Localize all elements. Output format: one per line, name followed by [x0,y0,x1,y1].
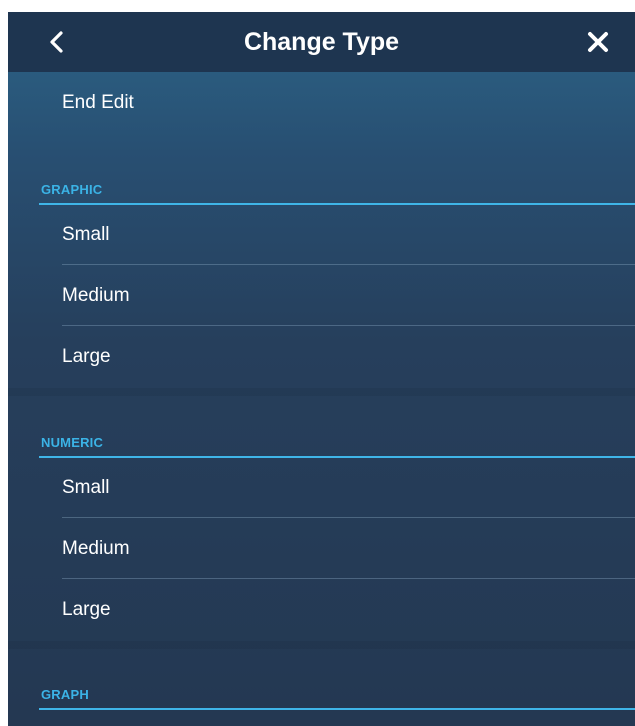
divider [62,264,635,265]
divider [62,578,635,579]
section-title: GRAPHIC [41,182,103,197]
section-header-graph: GRAPH [8,684,635,710]
section-spacer [8,641,635,649]
section-spacer [8,388,635,396]
list-item-label: Medium [62,538,130,559]
chevron-left-icon [50,31,63,53]
section-header-numeric: NUMERIC [8,432,635,458]
header-bar: Change Type [8,12,635,72]
list-item-label: Small [62,477,110,498]
list-item-label: Medium [62,285,130,306]
section-title: NUMERIC [41,435,104,450]
section-rule [39,708,635,710]
change-type-panel: Change Type End Edit GRAPHIC Small Mediu… [8,12,635,726]
numeric-small-item[interactable]: Small [8,458,635,518]
list-item-label: Small [62,224,110,245]
close-icon [588,32,608,52]
list-item-label: Large [62,346,111,367]
graphic-large-item[interactable]: Large [8,327,635,387]
back-button[interactable] [38,24,78,60]
end-edit-label: End Edit [62,92,134,113]
section-header-graphic: GRAPHIC [8,179,635,205]
numeric-medium-item[interactable]: Medium [8,519,635,579]
list-item-label: Large [62,599,111,620]
end-edit-item[interactable]: End Edit [8,72,635,132]
graphic-small-item[interactable]: Small [8,205,635,265]
numeric-large-item[interactable]: Large [8,580,635,640]
close-button[interactable] [580,26,616,60]
divider [62,517,635,518]
divider [62,325,635,326]
page-title: Change Type [243,28,400,56]
graphic-medium-item[interactable]: Medium [8,266,635,326]
section-title: GRAPH [41,687,89,702]
